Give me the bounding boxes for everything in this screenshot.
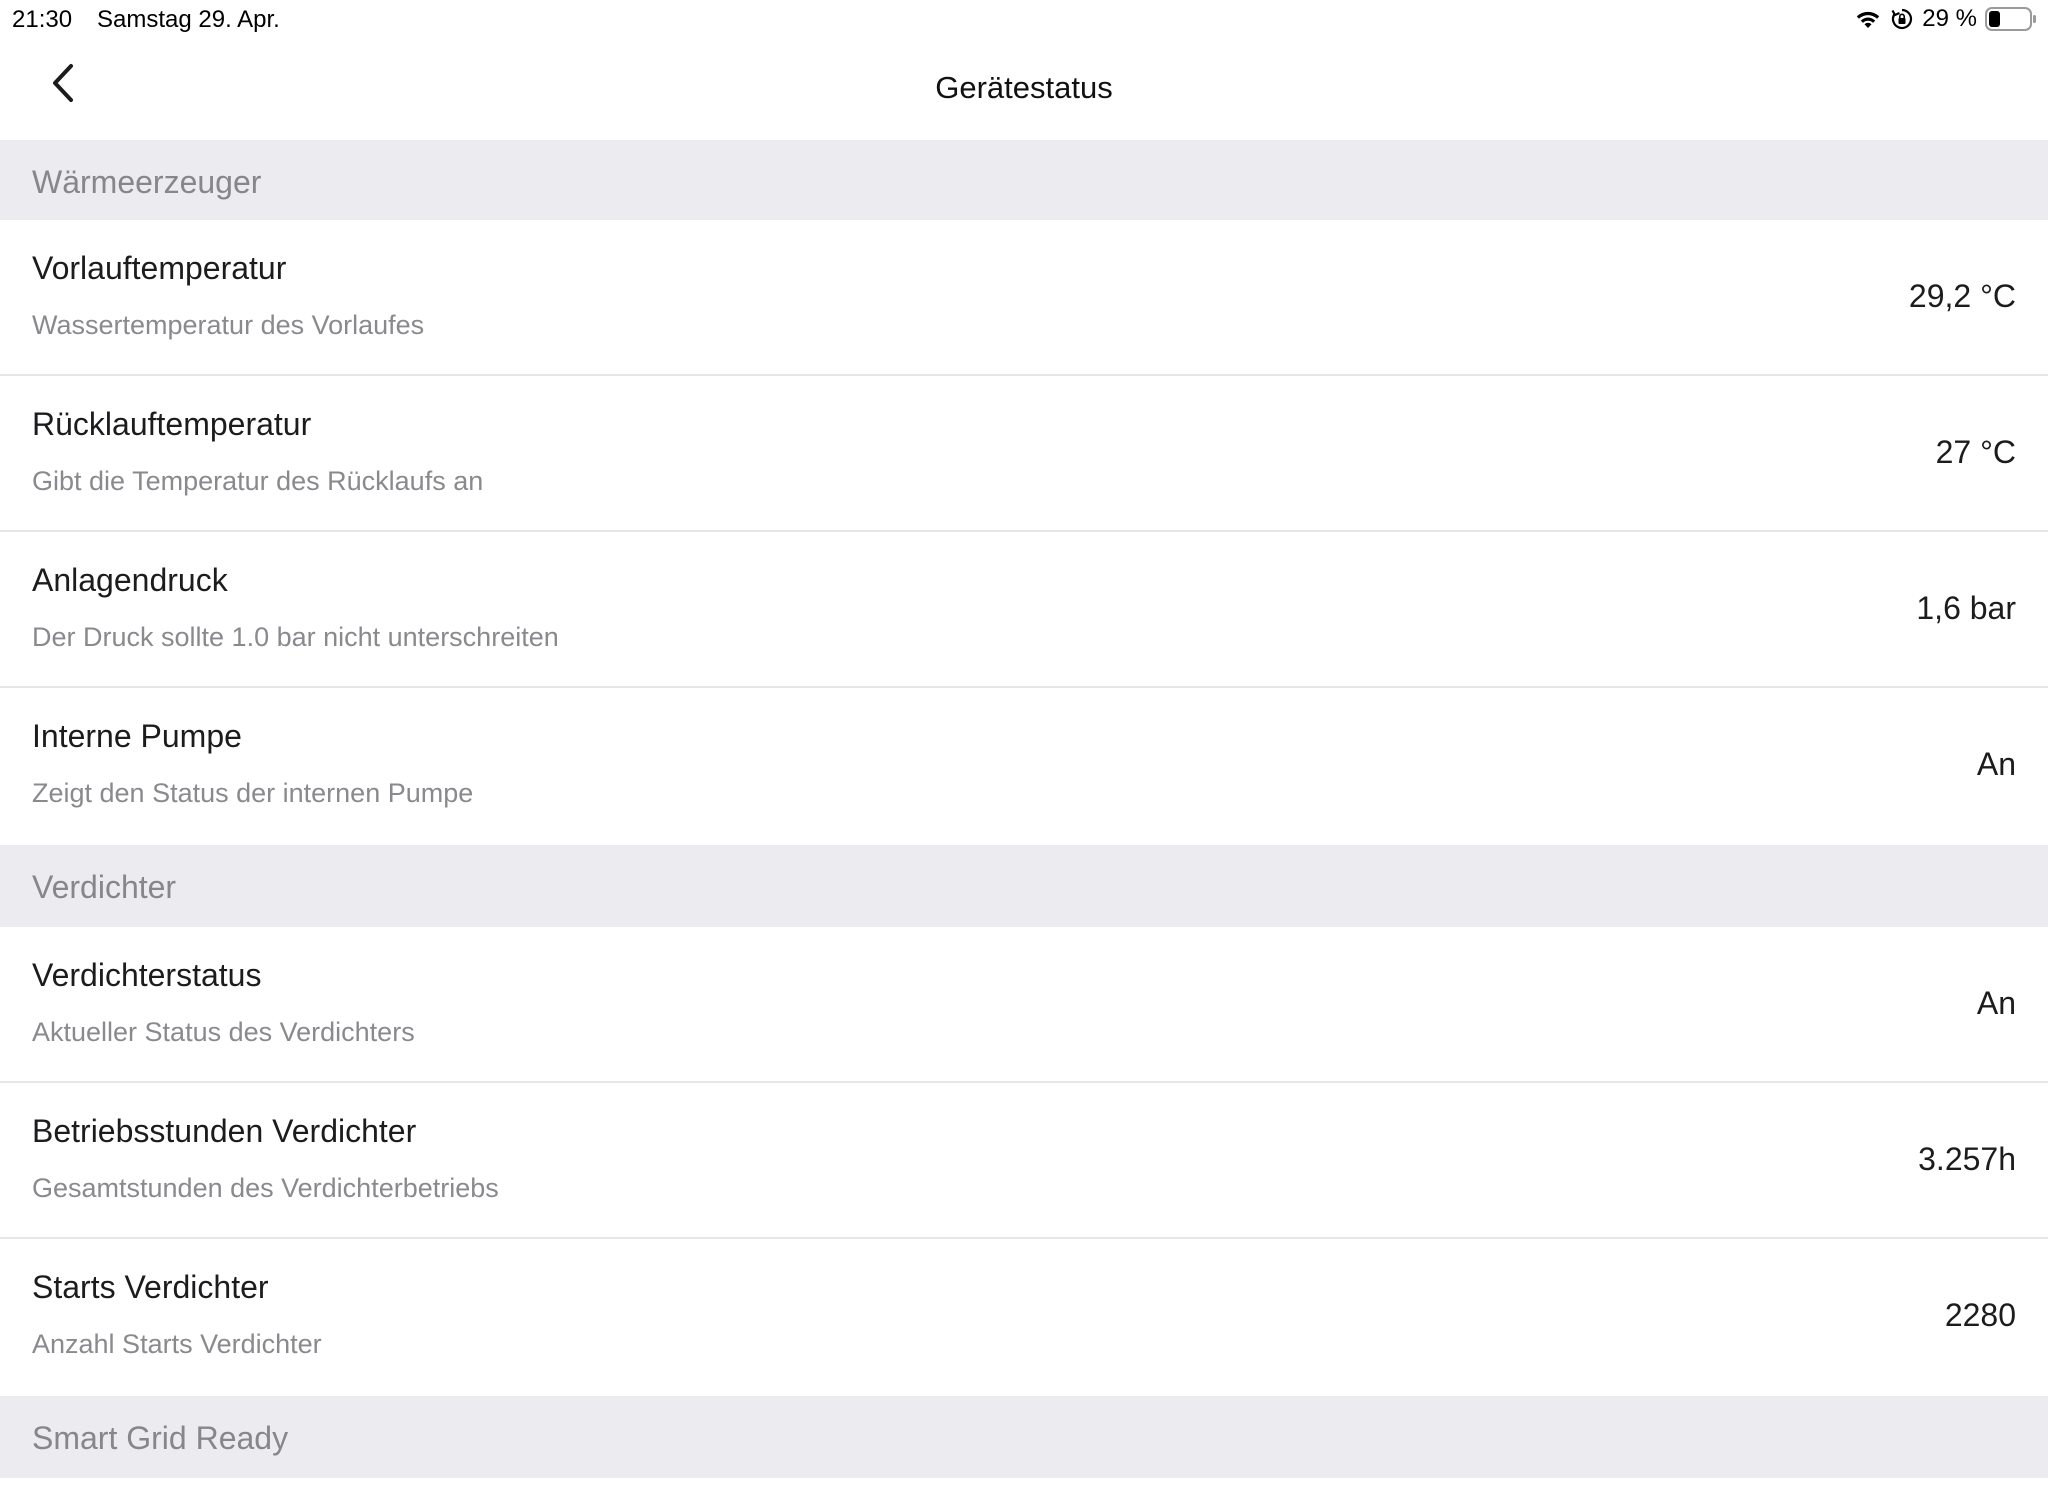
- status-indicators: 29 %: [1854, 5, 2037, 33]
- row-subtitle: Wassertemperatur des Vorlaufes: [32, 310, 425, 340]
- row-value: 1,6 bar: [1916, 590, 2016, 626]
- row-subtitle: Zeigt den Status der internen Pumpe: [32, 778, 474, 808]
- row-value: An: [1976, 746, 2016, 782]
- row-anlagendruck[interactable]: Anlagendruck Der Druck sollte 1.0 bar ni…: [0, 532, 2048, 688]
- row-title: Rücklauftemperatur: [32, 406, 312, 442]
- row-value: 29,2 °C: [1908, 278, 2016, 314]
- status-date: Samstag 29. Apr.: [97, 6, 280, 33]
- row-verdichterstatus[interactable]: Verdichterstatus Aktueller Status des Ve…: [0, 927, 2048, 1083]
- row-vorlauftemperatur[interactable]: Vorlauftemperatur Wassertemperatur des V…: [0, 220, 2048, 376]
- section-header-label: Verdichter: [32, 869, 177, 905]
- screen: 21:30 Samstag 29. Apr. 29 % Gerätestatus…: [0, 0, 2048, 1489]
- page-title: Gerätestatus: [935, 70, 1113, 105]
- battery-percent: 29 %: [1922, 5, 1977, 32]
- row-value: 27 °C: [1935, 434, 2016, 470]
- device-status-list: Wärmeerzeuger Vorlauftemperatur Wasserte…: [0, 140, 2048, 1478]
- row-ruecklauftemperatur[interactable]: Rücklauftemperatur Gibt die Temperatur d…: [0, 376, 2048, 532]
- row-value: An: [1976, 985, 2016, 1021]
- section-header-label: Wärmeerzeuger: [32, 164, 262, 200]
- row-value: 2280: [1944, 1297, 2016, 1333]
- status-bar: 21:30 Samstag 29. Apr. 29 %: [0, 0, 2048, 40]
- row-betriebsstunden-verdichter[interactable]: Betriebsstunden Verdichter Gesamtstunden…: [0, 1083, 2048, 1239]
- row-interne-pumpe[interactable]: Interne Pumpe Zeigt den Status der inter…: [0, 688, 2048, 845]
- lock-rotation-icon: [1890, 7, 1914, 31]
- row-title: Verdichterstatus: [32, 957, 262, 993]
- section-header-verdichter: Verdichter: [0, 845, 2048, 927]
- row-title: Interne Pumpe: [32, 718, 242, 754]
- row-title: Anlagendruck: [32, 562, 228, 598]
- row-subtitle: Aktueller Status des Verdichters: [32, 1017, 415, 1047]
- wifi-icon: [1854, 8, 1882, 30]
- section-header-waermeerzeuger: Wärmeerzeuger: [0, 140, 2048, 220]
- row-starts-verdichter[interactable]: Starts Verdichter Anzahl Starts Verdicht…: [0, 1239, 2048, 1396]
- row-subtitle: Anzahl Starts Verdichter: [32, 1329, 322, 1359]
- row-value: 3.257h: [1918, 1141, 2016, 1177]
- row-title: Betriebsstunden Verdichter: [32, 1113, 417, 1149]
- section-header-label: Smart Grid Ready: [32, 1420, 289, 1456]
- section-header-smart-grid-ready: Smart Grid Ready: [0, 1396, 2048, 1478]
- row-title: Starts Verdichter: [32, 1269, 269, 1305]
- status-time: 21:30: [12, 6, 73, 33]
- battery-icon: [1985, 7, 2037, 31]
- row-title: Vorlauftemperatur: [32, 250, 287, 286]
- row-subtitle: Gibt die Temperatur des Rücklaufs an: [32, 466, 484, 496]
- row-subtitle: Gesamtstunden des Verdichterbetriebs: [32, 1173, 499, 1203]
- navigation-bar: Gerätestatus: [0, 40, 2048, 140]
- row-subtitle: Der Druck sollte 1.0 bar nicht unterschr…: [32, 622, 559, 652]
